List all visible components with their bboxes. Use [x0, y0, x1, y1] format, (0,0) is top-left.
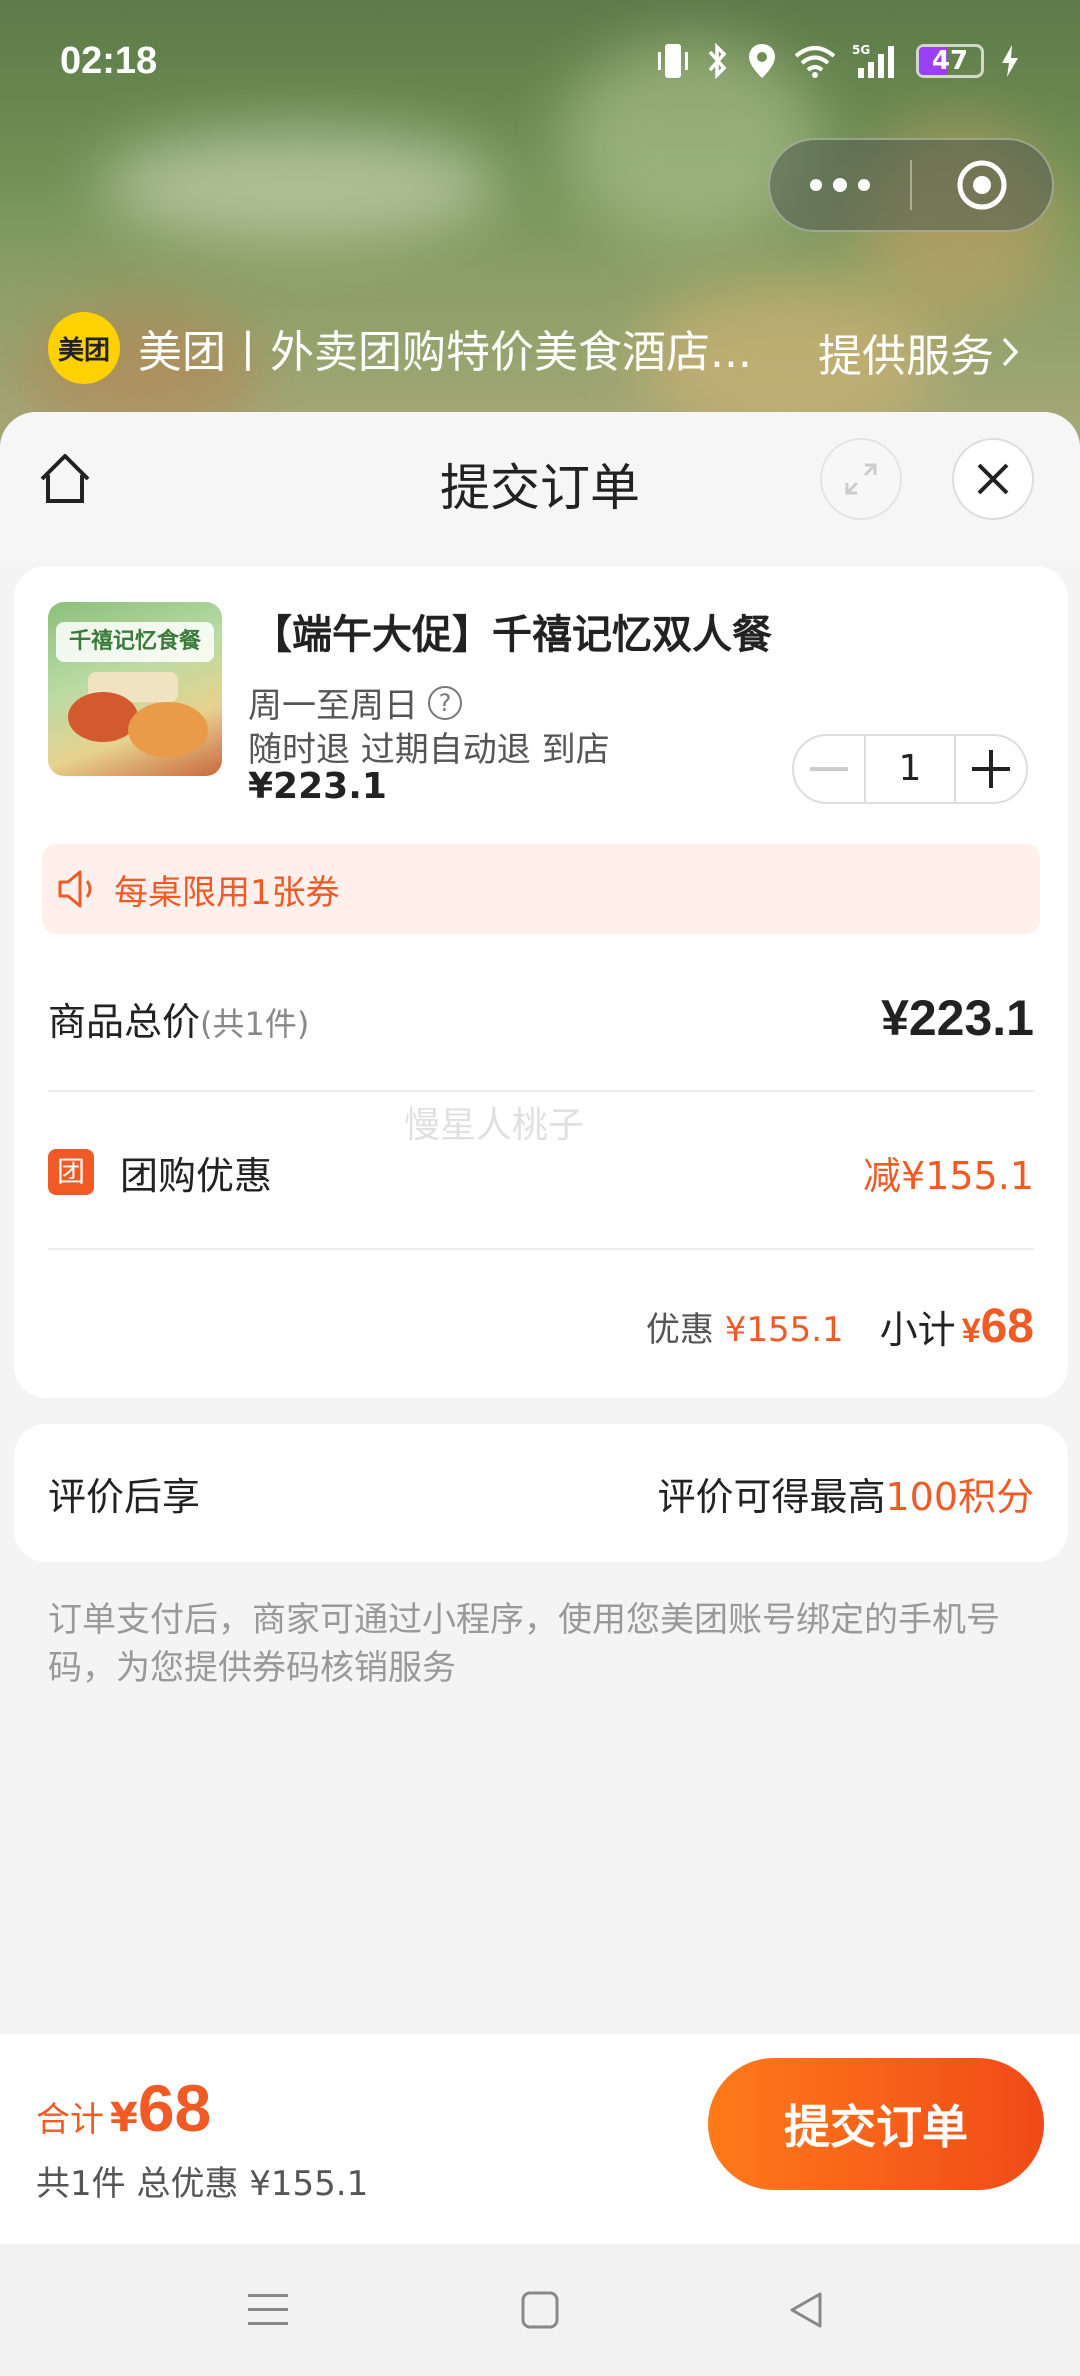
- order-card: 千禧记忆食餐 【端午大促】千禧记忆双人餐 周一至周日 ? 随时退 过期自动退 到…: [14, 566, 1068, 1398]
- divider: [48, 1248, 1034, 1250]
- total-count: (共1件): [200, 1004, 310, 1043]
- decrease-button[interactable]: [794, 736, 864, 802]
- subtotal-discount-value: ¥155.1: [724, 1309, 844, 1350]
- subtotal-label: 小计: [879, 1307, 956, 1352]
- sum-row: 合计 ¥ 68: [36, 2070, 211, 2146]
- bluetooth-icon: [708, 42, 727, 80]
- refund-policy: 随时退 过期自动退 到店: [248, 730, 610, 770]
- product-name: 【端午大促】千禧记忆双人餐: [252, 612, 772, 658]
- close-icon: [977, 463, 1009, 495]
- miniapp-title: 美团丨外卖团购特价美食酒店...: [138, 327, 752, 378]
- home-nav-button[interactable]: [510, 2284, 570, 2336]
- sum-label: 合计: [36, 2100, 104, 2140]
- plus-icon: [972, 750, 1010, 788]
- sum-currency: ¥: [110, 2095, 138, 2141]
- more-button[interactable]: [770, 140, 910, 230]
- service-link[interactable]: 提供服务: [818, 320, 1020, 384]
- increase-button[interactable]: [956, 736, 1026, 802]
- discount-row[interactable]: 团团购优惠 减¥155.1: [48, 1132, 1034, 1212]
- miniapp-info[interactable]: 美团 美团丨外卖团购特价美食酒店...: [48, 312, 752, 384]
- review-reward: 评价可得最高100积分: [657, 1475, 1034, 1519]
- product-image: 千禧记忆食餐: [48, 602, 222, 776]
- total-label: 商品总价: [48, 999, 201, 1044]
- notice-text: 每桌限用1张券: [114, 872, 340, 913]
- more-dots-icon: [810, 178, 870, 192]
- speaker-icon: [58, 870, 92, 908]
- minus-icon: [810, 767, 848, 771]
- vibrate-icon: [658, 44, 688, 78]
- menu-nav-button[interactable]: [240, 2284, 300, 2336]
- close-button[interactable]: [952, 438, 1034, 520]
- submit-order-button[interactable]: 提交订单: [708, 2058, 1044, 2190]
- product-price: ¥223.1: [248, 766, 387, 807]
- miniapp-capsule: [768, 138, 1054, 232]
- battery-indicator: 47: [916, 44, 984, 78]
- review-card[interactable]: 评价后享 评价可得最高100积分: [14, 1424, 1068, 1562]
- chevron-right-icon: [1002, 337, 1019, 367]
- quantity-stepper: 1: [792, 734, 1028, 804]
- subtotal-row: 优惠 ¥155.1 小计 ¥68: [48, 1286, 1034, 1366]
- subtotal-discount-label: 优惠: [645, 1309, 714, 1350]
- product-schedule: 周一至周日 ?: [248, 678, 462, 727]
- wifi-icon: [794, 46, 836, 78]
- sum-detail: 共1件 总优惠 ¥155.1: [36, 2164, 369, 2204]
- expand-icon: [845, 463, 877, 495]
- total-row: 商品总价(共1件) ¥223.1: [48, 978, 1034, 1058]
- status-bar: 02:18 5G 47: [0, 0, 1080, 130]
- divider: [48, 1090, 1034, 1092]
- review-label: 评价后享: [48, 1475, 201, 1519]
- service-label: 提供服务: [818, 331, 994, 382]
- svg-text:5G: 5G: [852, 43, 870, 57]
- discount-value: 减¥155.1: [863, 1153, 1034, 1198]
- meituan-logo: 美团: [48, 312, 120, 384]
- status-time: 02:18: [60, 40, 158, 82]
- target-icon: [957, 160, 1007, 210]
- exit-miniapp-button[interactable]: [912, 140, 1052, 230]
- back-triangle-icon: [790, 2292, 822, 2328]
- menu-icon: [248, 2294, 288, 2325]
- charging-icon: [1002, 45, 1018, 77]
- signal-5g-icon: 5G: [852, 43, 894, 78]
- back-nav-button[interactable]: [776, 2284, 836, 2336]
- group-deal-badge: 团: [48, 1149, 94, 1195]
- privacy-note: 订单支付后，商家可通过小程序，使用您美团账号绑定的手机号码，为您提供券码核销服务: [48, 1600, 1000, 1688]
- square-icon: [521, 2291, 559, 2329]
- sheet-header: 提交订单: [0, 412, 1080, 562]
- subtotal-value: 68: [980, 1299, 1034, 1353]
- checkout-bar: 合计 ¥ 68 共1件 总优惠 ¥155.1 提交订单: [0, 2034, 1080, 2244]
- total-value: ¥223.1: [881, 990, 1034, 1046]
- page-title: 提交订单: [440, 459, 640, 517]
- quantity-value[interactable]: 1: [864, 736, 956, 802]
- location-icon: [749, 44, 775, 78]
- sum-value: 68: [137, 2071, 212, 2145]
- system-nav-bar: [0, 2244, 1080, 2376]
- discount-label: 团购优惠: [120, 1153, 273, 1198]
- expand-button[interactable]: [820, 438, 902, 520]
- subtotal-currency: ¥: [961, 1311, 981, 1350]
- limit-notice: 每桌限用1张券: [42, 844, 1040, 934]
- help-icon[interactable]: ?: [428, 685, 462, 720]
